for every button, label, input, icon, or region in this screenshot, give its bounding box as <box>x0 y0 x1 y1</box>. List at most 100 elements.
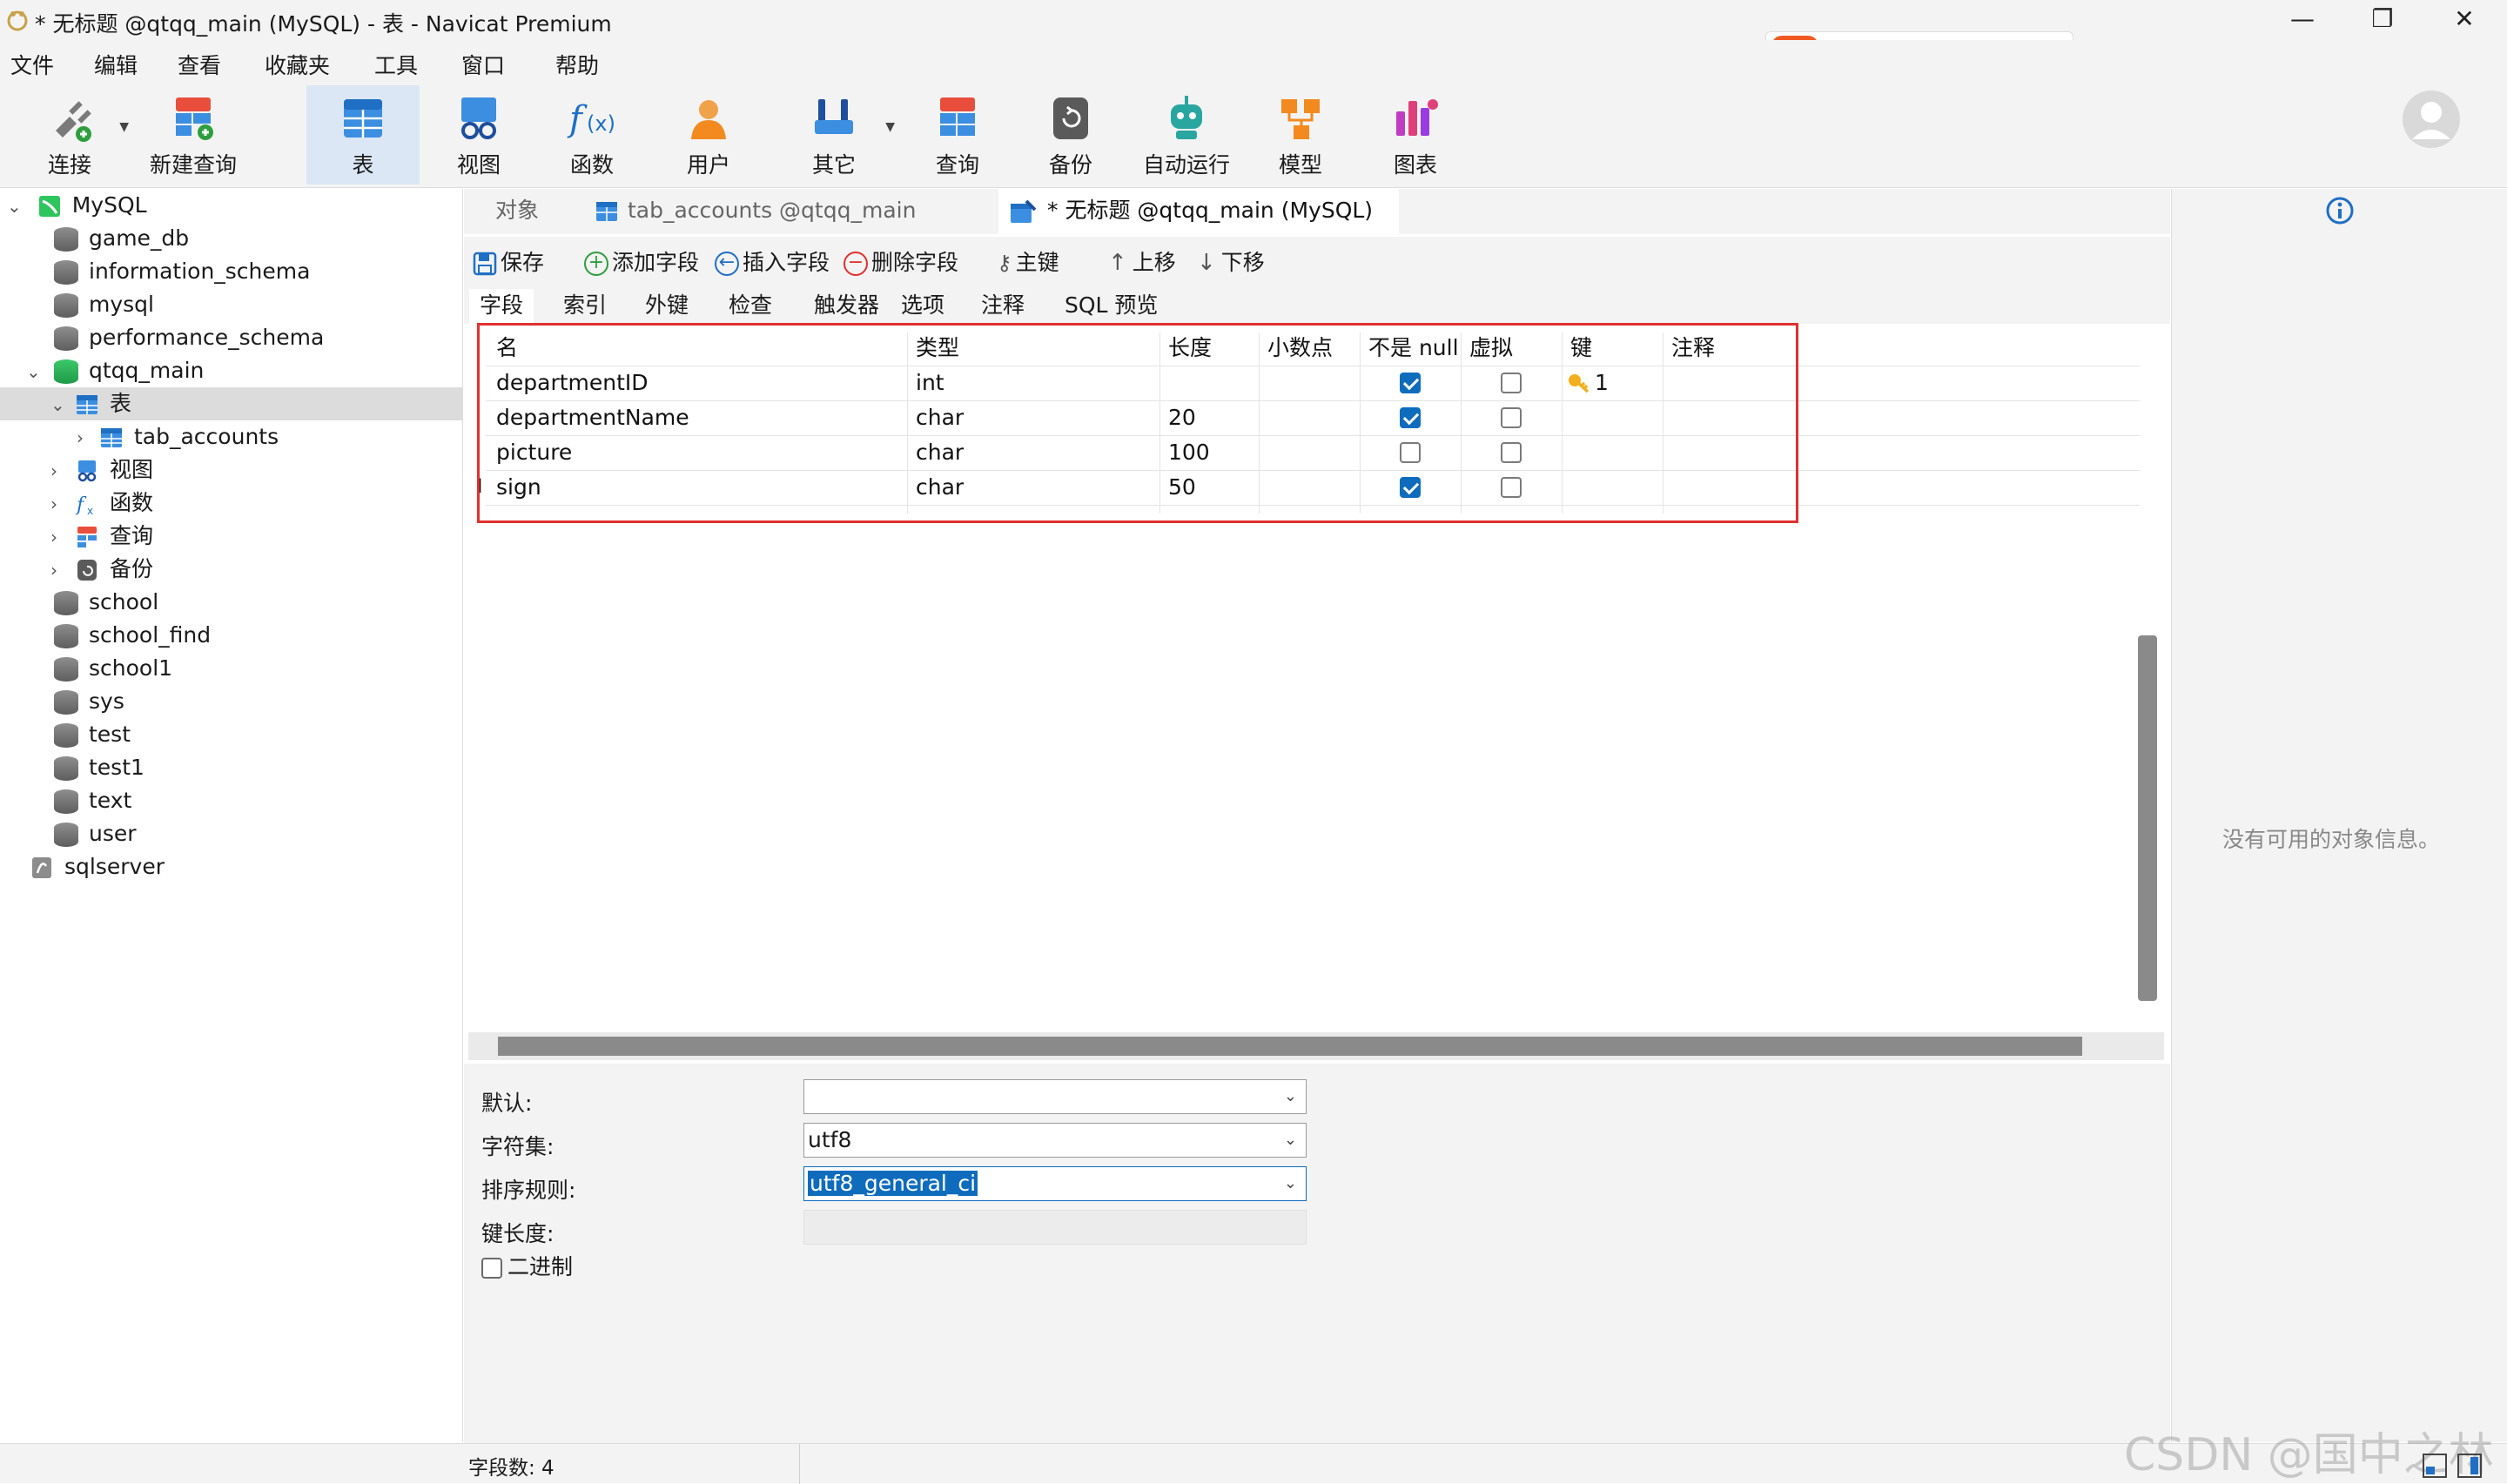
collapse-arrow-icon[interactable]: ⌄ <box>7 196 22 217</box>
restore-button[interactable]: ❐ <box>2343 0 2422 40</box>
insert-field-button[interactable]: ← 插入字段 <box>715 245 830 277</box>
tab-comment[interactable]: 注释 <box>971 289 1035 324</box>
function-button[interactable]: f (x) 函数 <box>548 85 635 185</box>
charset-select[interactable]: utf8 ⌄ <box>803 1123 1307 1158</box>
table-icon <box>344 99 382 138</box>
tree-node-test[interactable]: test <box>54 718 131 751</box>
view-button[interactable]: 视图 <box>435 85 522 185</box>
function-label: 函数 <box>569 152 614 178</box>
other-dropdown-arrow-icon[interactable]: ▼ <box>885 120 895 134</box>
minimize-button[interactable]: — <box>2263 0 2342 40</box>
tree-node-qtqq-main[interactable]: ⌄ qtqq_main <box>26 354 204 387</box>
table-icon <box>101 428 122 447</box>
delete-field-button[interactable]: − 删除字段 <box>844 245 958 277</box>
user-button[interactable]: 用户 <box>665 85 752 185</box>
status-divider <box>799 1444 800 1484</box>
move-down-button[interactable]: ↓ 下移 <box>1197 245 1265 277</box>
menu-edit[interactable]: 编辑 <box>94 49 138 80</box>
tree-node-backups[interactable]: › 备份 <box>50 553 153 586</box>
tree-node-tables[interactable]: ⌄ 表 <box>50 387 131 420</box>
tree-node-views[interactable]: › 视图 <box>50 453 153 487</box>
close-button[interactable]: ✕ <box>2425 0 2504 40</box>
add-field-label: 添加字段 <box>612 250 700 275</box>
expand-arrow-icon[interactable]: › <box>50 487 75 520</box>
chart-button[interactable]: 图表 <box>1372 85 1459 185</box>
tree-node-information-schema[interactable]: information_schema <box>54 255 310 288</box>
query-button[interactable]: 查询 <box>914 85 1001 185</box>
tree-node-school-find[interactable]: school_find <box>54 619 211 652</box>
menu-help[interactable]: 帮助 <box>555 49 599 80</box>
collation-select[interactable]: utf8_general_ci ⌄ <box>803 1166 1307 1201</box>
tree-node-mysql[interactable]: ⌄ MySQL <box>7 189 147 222</box>
tree-node-mysql-db[interactable]: mysql <box>54 288 154 321</box>
tab-foreign-keys[interactable]: 外键 <box>635 289 699 324</box>
layout-detail-icon[interactable] <box>2457 1453 2483 1479</box>
tab-checks[interactable]: 检查 <box>718 289 783 324</box>
model-button[interactable]: 模型 <box>1257 85 1344 185</box>
menu-favorites[interactable]: 收藏夹 <box>265 49 330 80</box>
collapse-arrow-icon[interactable]: ⌄ <box>50 388 75 421</box>
add-field-button[interactable]: + 添加字段 <box>584 245 699 277</box>
save-disk-icon <box>473 252 497 276</box>
automation-button[interactable]: 自动运行 <box>1132 85 1241 185</box>
database-icon <box>54 823 78 847</box>
view-icon <box>461 97 496 139</box>
expand-arrow-icon[interactable]: › <box>50 520 75 554</box>
tree-node-school1[interactable]: school1 <box>54 652 172 685</box>
tree-label: game_db <box>89 225 190 251</box>
tab-fields[interactable]: 字段 <box>469 289 534 324</box>
tree-node-functions[interactable]: › f x 函数 <box>50 487 153 520</box>
database-icon <box>54 591 78 615</box>
tab-untitled-table[interactable]: * 无标题 @qtqq_main (MySQL) - 表 <box>998 189 1399 266</box>
tab-indexes[interactable]: 索引 <box>553 289 617 324</box>
move-up-button[interactable]: ↑ 上移 <box>1108 245 1176 277</box>
backup-button[interactable]: 备份 <box>1027 85 1114 185</box>
grid-horizontal-scrollbar[interactable] <box>498 1037 2082 1056</box>
tab-triggers[interactable]: 触发器 <box>803 289 890 324</box>
primary-key-button[interactable]: ⚷ 主键 <box>997 245 1059 277</box>
tree-node-game-db[interactable]: game_db <box>54 222 189 255</box>
account-avatar-icon[interactable] <box>2401 89 2462 150</box>
default-label: 默认: <box>481 1091 533 1116</box>
expand-arrow-icon[interactable]: › <box>50 554 75 587</box>
tree-node-sys[interactable]: sys <box>54 685 124 718</box>
binary-checkbox[interactable] <box>481 1258 502 1279</box>
tree-node-test1[interactable]: test1 <box>54 751 145 784</box>
default-select[interactable]: ⌄ <box>803 1079 1307 1114</box>
tab-tab-accounts[interactable]: tab_accounts @qtqq_main (MySQL)... <box>586 189 960 266</box>
tree-node-queries[interactable]: › 查询 <box>50 520 153 553</box>
new-query-button[interactable]: 新建查询 <box>143 85 244 185</box>
tree-node-school[interactable]: school <box>54 586 158 619</box>
tab-sql-preview[interactable]: SQL 预览 <box>1054 289 1168 324</box>
connect-button[interactable]: 连接 ▼ <box>17 85 129 185</box>
menu-file[interactable]: 文件 <box>10 49 54 80</box>
view-label: 视图 <box>456 152 501 178</box>
menu-window[interactable]: 窗口 <box>461 49 505 80</box>
svg-text:f: f <box>567 99 588 139</box>
expand-arrow-icon[interactable]: › <box>77 421 99 454</box>
tab-options[interactable]: 选项 <box>891 289 955 324</box>
other-button[interactable]: 其它 ▼ <box>790 85 895 185</box>
tree-node-user[interactable]: user <box>54 817 137 850</box>
collapse-arrow-icon[interactable]: ⌄ <box>26 355 54 388</box>
menu-view[interactable]: 查看 <box>178 49 221 80</box>
model-icon <box>1281 99 1320 139</box>
tab-objects[interactable]: 对象 <box>481 189 568 234</box>
database-open-icon <box>54 359 78 384</box>
menu-tools[interactable]: 工具 <box>374 49 418 80</box>
info-icon[interactable] <box>2325 196 2355 225</box>
table-button[interactable]: 表 <box>306 85 420 185</box>
expand-arrow-icon[interactable]: › <box>50 454 75 487</box>
tools-icon <box>815 99 853 134</box>
connect-dropdown-arrow-icon[interactable]: ▼ <box>119 120 129 134</box>
tree-label: sqlserver <box>64 854 165 879</box>
tree-node-performance-schema[interactable]: performance_schema <box>54 321 324 354</box>
grid-vertical-scrollbar[interactable] <box>2138 635 2157 1001</box>
tree-node-text[interactable]: text <box>54 784 131 817</box>
save-button[interactable]: 保存 <box>473 245 544 277</box>
chevron-down-icon: ⌄ <box>1283 1087 1297 1105</box>
binary-option[interactable]: 二进制 <box>481 1250 573 1281</box>
tree-node-sqlserver[interactable]: sqlserver <box>30 850 165 883</box>
tree-node-tab-accounts[interactable]: › tab_accounts <box>77 420 279 453</box>
layout-list-icon[interactable] <box>2422 1453 2448 1479</box>
